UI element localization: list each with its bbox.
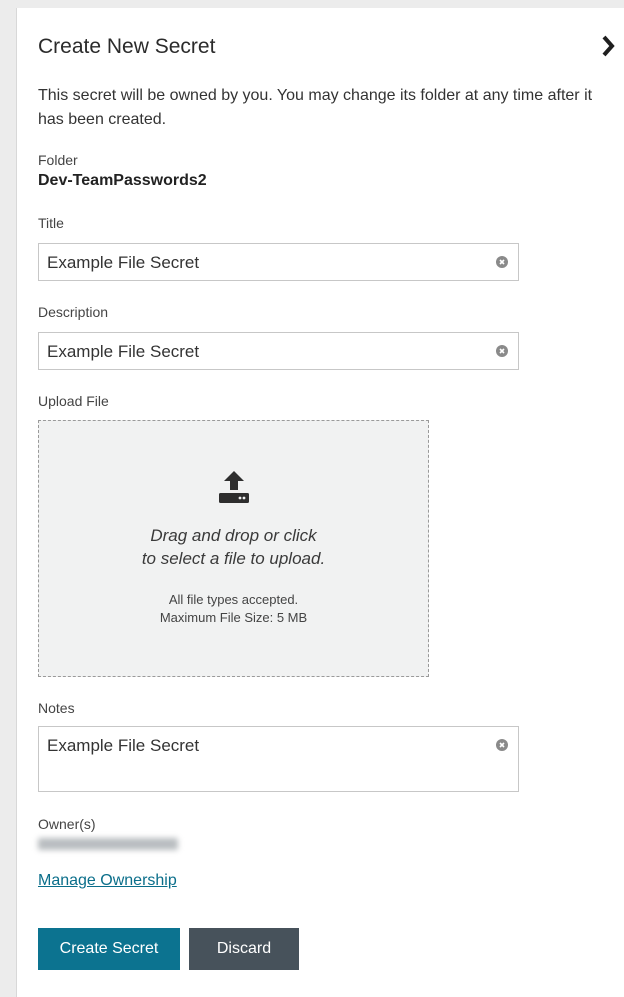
description-input[interactable]: Example File Secret	[38, 332, 519, 370]
upload-prompt-line2: to select a file to upload.	[141, 549, 326, 568]
upload-prompt-line1: Drag and drop or click	[150, 526, 317, 545]
title-input-value: Example File Secret	[47, 253, 200, 272]
accepted-types-text: All file types accepted.	[168, 592, 299, 607]
chevron-right-icon	[602, 35, 615, 57]
owner-name-redacted	[38, 838, 178, 850]
description-label: Description	[38, 304, 109, 320]
collapse-panel-button[interactable]	[598, 32, 618, 60]
notes-textarea[interactable]: Example File Secret	[38, 726, 519, 792]
clear-icon[interactable]	[496, 739, 508, 751]
max-file-size-text: Maximum File Size: 5 MB	[159, 610, 308, 625]
create-secret-button[interactable]: Create Secret	[38, 928, 180, 970]
title-label: Title	[38, 215, 64, 231]
discard-button[interactable]: Discard	[189, 928, 299, 970]
manage-ownership-link[interactable]: Manage Ownership	[38, 872, 177, 890]
upload-icon	[218, 470, 250, 509]
notes-label: Notes	[38, 700, 75, 716]
folder-value: Dev-TeamPasswords2	[38, 172, 207, 189]
ownership-intro-text: This secret will be owned by you. You ma…	[38, 87, 593, 128]
upload-file-label: Upload File	[38, 393, 109, 409]
clear-icon[interactable]	[496, 256, 508, 268]
clear-icon[interactable]	[496, 345, 508, 357]
file-upload-dropzone[interactable]: Drag and drop or click to select a file …	[38, 420, 429, 677]
folder-label: Folder	[38, 152, 78, 168]
notes-value: Example File Secret	[47, 736, 200, 755]
title-input[interactable]: Example File Secret	[38, 243, 519, 281]
panel-title: Create New Secret	[38, 35, 216, 58]
description-input-value: Example File Secret	[47, 342, 200, 361]
owners-label: Owner(s)	[38, 816, 96, 832]
create-secret-panel: Create New Secret This secret will be ow…	[16, 8, 624, 997]
